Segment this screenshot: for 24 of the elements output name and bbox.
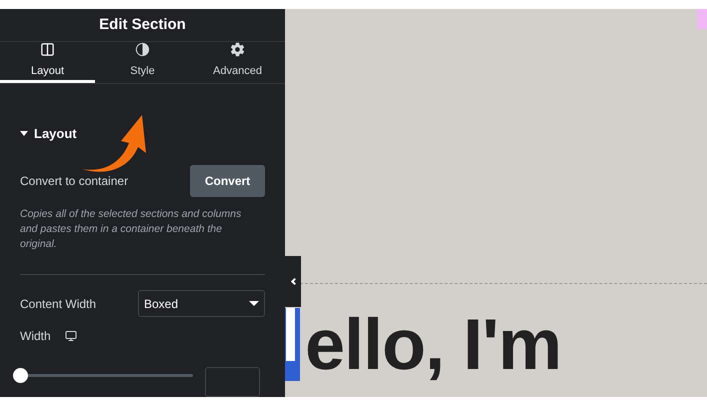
collapse-button[interactable] [285, 256, 301, 307]
content-width-label: Content Width [20, 296, 96, 312]
convert-description: Copies all of the selected sections and columns and pastes them in a container beneath the original. [20, 207, 242, 252]
width-slider[interactable] [13, 368, 193, 382]
slider-thumb[interactable] [13, 368, 28, 382]
contrast-icon [135, 42, 150, 57]
hero-heading: ello, I'm [305, 305, 562, 385]
tab[interactable]: Layout [0, 42, 95, 82]
convert-button[interactable]: Convert [190, 165, 265, 197]
section-toggle[interactable]: Layout [20, 124, 77, 143]
chevron-left-icon [290, 278, 298, 286]
columns-icon [40, 42, 55, 57]
caret-icon [20, 130, 28, 136]
corner-shape [697, 9, 707, 29]
settings-icon [230, 42, 245, 57]
tab[interactable]: Style [95, 42, 190, 82]
tab[interactable]: Advanced [190, 42, 285, 82]
convert-label: Convert to container [20, 173, 128, 190]
content-width-select[interactable]: Boxed [138, 290, 265, 317]
dropdown-caret-icon [249, 301, 259, 306]
width-label: Width [20, 328, 51, 345]
panel-title: Edit Section [99, 14, 186, 35]
desktop-icon [64, 330, 77, 342]
width-input-field[interactable] [205, 367, 260, 397]
